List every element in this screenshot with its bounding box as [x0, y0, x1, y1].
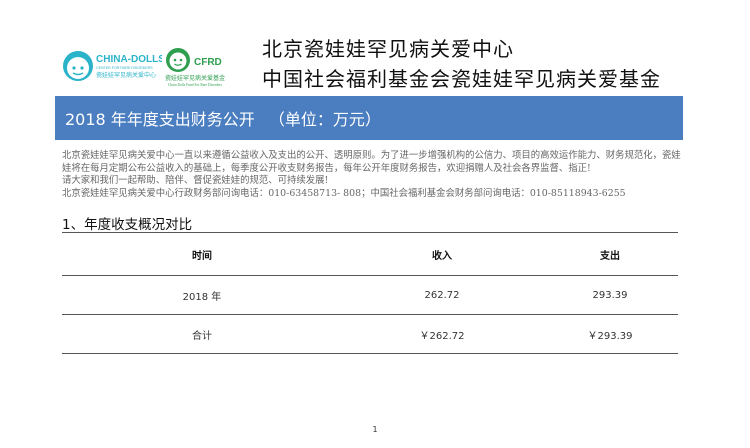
logo-area: CHINA-DOLLS CENTER FOR RARE DISORDERS 瓷娃… — [62, 40, 252, 100]
cfrd-logo-name: CFRD — [194, 57, 222, 68]
cfrd-logo-cn: 瓷娃娃罕见病关爱基金 — [165, 74, 225, 82]
intro-line: 北京瓷娃娃罕见病关爱中心一直以来遵循公益收入及支出的公开、透明原则。为了进一步增… — [62, 150, 681, 161]
table-row: 2018 年 262.72 293.39 — [62, 275, 678, 314]
income-expense-table: 时间 收入 支出 2018 年 262.72 293.39 合计 ￥262.72… — [62, 232, 678, 354]
china-dolls-logo-en: CENTER FOR RARE DISORDERS — [96, 66, 153, 70]
china-dolls-logo-cn: 瓷娃娃罕见病关爱中心 — [96, 71, 156, 79]
cfrd-logo-en: China Dolls Fund For Rare Disorders — [168, 83, 223, 87]
section-title: 1、年度收支概况对比 — [62, 217, 193, 233]
cell-total-expense: ￥293.39 — [587, 330, 633, 342]
header-expense: 支出 — [600, 250, 620, 262]
intro-contact-line: 北京瓷娃娃罕见病关爱中心行政财务部问询电话：010-63458713- 808；… — [62, 187, 626, 199]
page-number: 1 — [372, 425, 378, 434]
china-dolls-logo: CHINA-DOLLS CENTER FOR RARE DISORDERS 瓷娃… — [63, 51, 162, 81]
header-income: 收入 — [432, 250, 452, 262]
intro-paragraph: 北京瓷娃娃罕见病关爱中心一直以来遵循公益收入及支出的公开、透明原则。为了进一步增… — [62, 150, 688, 200]
cell-income: 262.72 — [424, 289, 460, 301]
org-name-center: 北京瓷娃娃罕见病关爱中心 — [262, 37, 514, 61]
organization-names: 北京瓷娃娃罕见病关爱中心 中国社会福利基金会瓷娃娃罕见病关爱基金 — [262, 34, 661, 94]
org-name-fund: 中国社会福利基金会瓷娃娃罕见病关爱基金 — [262, 67, 661, 91]
cell-total-label: 合计 — [192, 330, 212, 342]
cell-expense: 293.39 — [592, 289, 628, 301]
cell-time: 2018 年 — [182, 291, 222, 303]
intro-line: 娃将在每月定期公布公益收入的基础上，每季度公开收支财务报告，每年公开年度财务报告… — [62, 162, 591, 174]
table-total-row: 合计 ￥262.72 ￥293.39 — [62, 314, 678, 354]
intro-line: 请大家和我们一起帮助、陪伴、督促瓷娃娃的规范、可持续发展! — [62, 175, 329, 187]
report-unit: （单位：万元） — [268, 110, 381, 129]
report-title: 2018 年年度支出财务公开 — [65, 110, 255, 129]
report-title-banner: 2018 年年度支出财务公开 （单位：万元） — [55, 96, 683, 140]
cfrd-logo: CFRD 瓷娃娃罕见病关爱基金 China Dolls Fund For Rar… — [165, 48, 225, 87]
header-time: 时间 — [192, 250, 212, 262]
china-dolls-logo-name: CHINA-DOLLS — [96, 54, 162, 65]
cell-total-income: ￥262.72 — [419, 330, 465, 342]
table-header-row: 时间 收入 支出 — [62, 232, 678, 275]
